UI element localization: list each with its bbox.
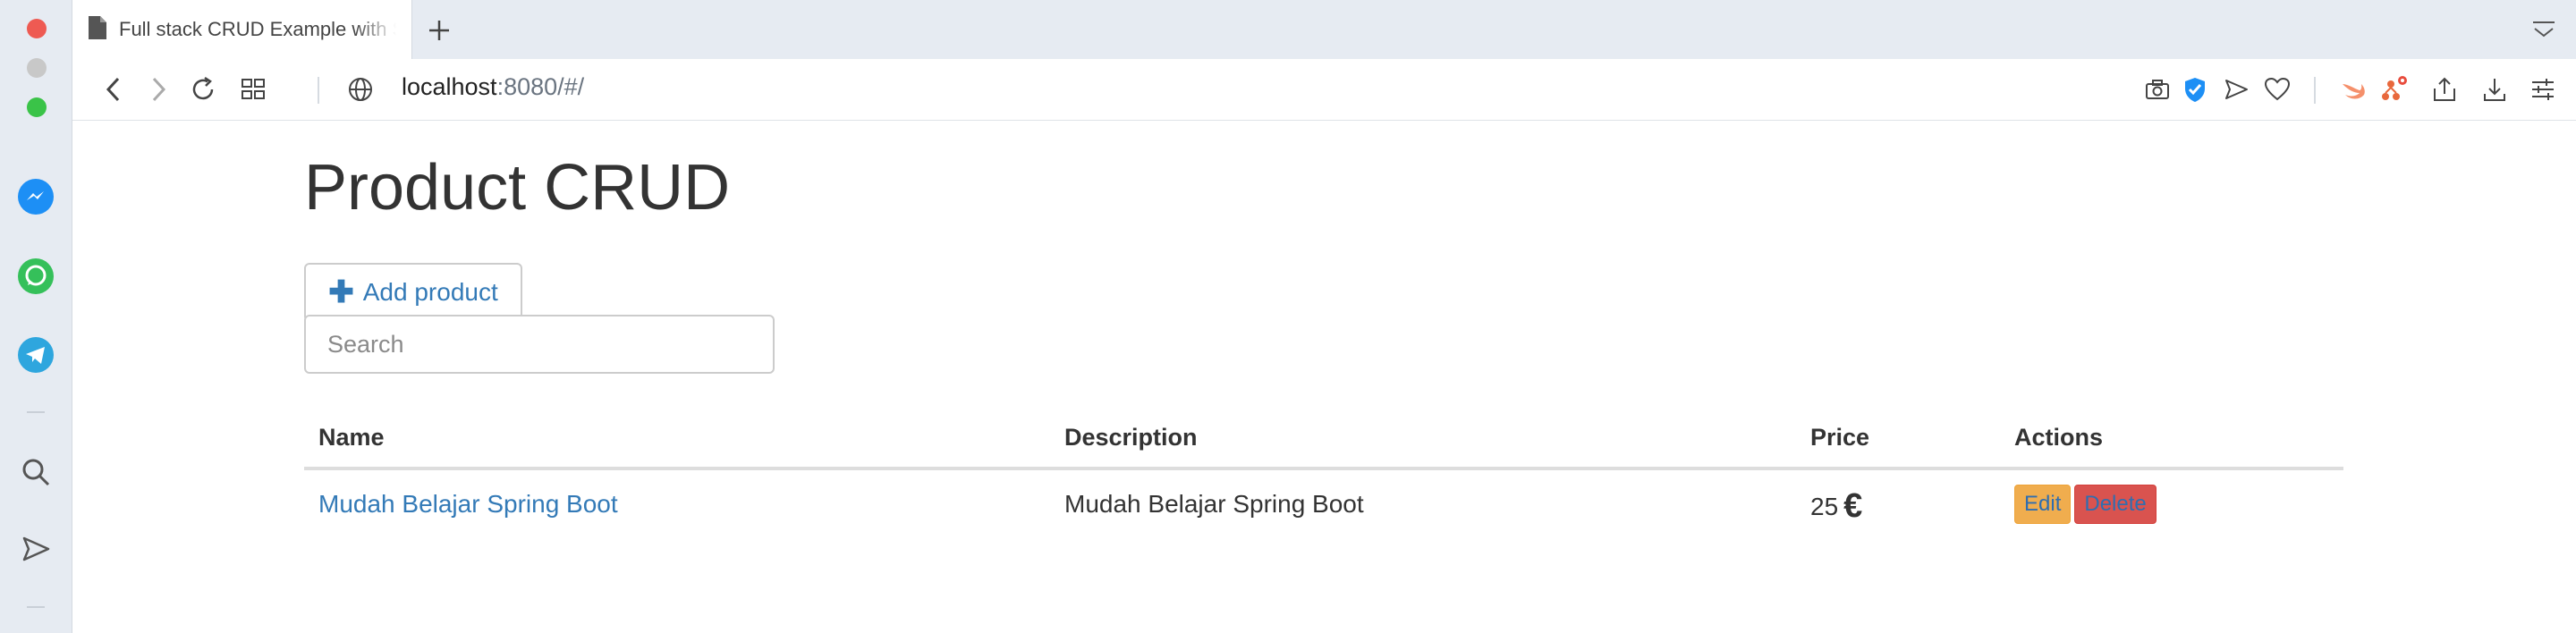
url-host: localhost — [402, 73, 497, 100]
camera-icon — [2146, 80, 2169, 99]
reload-icon — [192, 76, 214, 100]
add-product-label: Add product — [362, 278, 498, 306]
sidebar-divider — [27, 411, 45, 413]
plus-icon — [429, 21, 449, 40]
table-header-row: Name Description Price Actions — [304, 408, 2343, 470]
reload-button[interactable] — [185, 72, 221, 107]
swift-icon — [2343, 84, 2365, 99]
whatsapp-icon[interactable] — [16, 257, 55, 296]
search-input[interactable] — [304, 315, 775, 374]
chevron-left-icon — [106, 77, 120, 102]
price-value: 25 — [1810, 492, 1839, 520]
send-page-button[interactable] — [2218, 72, 2254, 107]
minimize-window-button[interactable] — [27, 58, 47, 78]
send-icon — [2225, 80, 2248, 99]
messenger-icon[interactable] — [16, 177, 55, 216]
download-icon — [2484, 79, 2505, 101]
tab-list-icon — [2533, 21, 2555, 38]
column-header-name: Name — [304, 408, 1050, 470]
cell-actions: Edit Delete — [2000, 468, 2343, 538]
column-header-price: Price — [1796, 408, 2000, 470]
tab-list-button[interactable] — [2529, 16, 2558, 45]
share-button[interactable] — [2427, 72, 2462, 107]
toolbar-divider — [318, 77, 319, 104]
column-header-actions: Actions — [2000, 408, 2343, 470]
back-button[interactable] — [96, 72, 131, 107]
column-header-description: Description — [1050, 408, 1796, 470]
zoom-window-button[interactable] — [27, 97, 47, 117]
plus-icon: ✚ — [328, 275, 354, 309]
delete-button[interactable]: Delete — [2074, 485, 2157, 524]
table-row: Mudah Belajar Spring Boot Mudah Belajar … — [304, 468, 2343, 538]
swift-extension-button[interactable] — [2335, 72, 2371, 107]
easy-setup-button[interactable] — [2525, 72, 2561, 107]
products-table: Name Description Price Actions Mudah Bel… — [304, 408, 2343, 538]
send-icon[interactable] — [16, 529, 55, 569]
vpn-shield-button[interactable] — [2177, 72, 2213, 107]
site-info-button[interactable] — [343, 72, 378, 107]
shield-check-icon — [2185, 78, 2205, 102]
tab-overview-button[interactable] — [235, 72, 271, 107]
browser-tab-active[interactable]: Full stack CRUD Example with Spring Boot — [72, 0, 412, 59]
document-icon — [89, 15, 106, 44]
network-extension-icon — [2382, 76, 2407, 100]
share-icon — [2434, 77, 2455, 101]
favorites-button[interactable] — [2259, 72, 2295, 107]
telegram-icon[interactable] — [16, 335, 55, 375]
tab-strip: Full stack CRUD Example with Spring Boot — [72, 0, 2576, 59]
product-name-link[interactable]: Mudah Belajar Spring Boot — [318, 490, 618, 518]
extension-badge-button[interactable] — [2377, 72, 2412, 107]
tab-title: Full stack CRUD Example with Spring Boot — [119, 18, 396, 40]
edit-button[interactable]: Edit — [2014, 485, 2072, 524]
heart-icon — [2264, 77, 2291, 101]
cell-name: Mudah Belajar Spring Boot — [304, 468, 1050, 538]
url-field[interactable]: localhost:8080/#/ — [402, 73, 584, 101]
cell-description: Mudah Belajar Spring Boot — [1064, 490, 1364, 518]
globe-icon — [349, 78, 372, 101]
cell-price: 25 € — [1796, 468, 2000, 538]
chevron-right-icon — [152, 77, 166, 102]
close-window-button[interactable] — [27, 19, 47, 38]
search-icon[interactable] — [16, 452, 55, 492]
address-bar: localhost:8080/#/ — [72, 59, 2576, 121]
toolbar-divider — [2314, 77, 2316, 104]
grid-icon — [242, 79, 265, 99]
settings-sliders-icon — [2532, 79, 2554, 100]
camera-button[interactable] — [2140, 72, 2175, 107]
euro-icon: € — [1843, 486, 1863, 525]
new-tab-button[interactable] — [421, 13, 457, 48]
downloads-button[interactable] — [2477, 72, 2512, 107]
forward-button[interactable] — [140, 72, 176, 107]
sidebar-divider — [27, 606, 45, 608]
url-path: :8080/#/ — [496, 73, 585, 100]
page-title: Product CRUD — [304, 152, 731, 224]
browser-sidebar — [0, 0, 72, 633]
add-product-button[interactable]: ✚ Add product — [304, 263, 522, 322]
